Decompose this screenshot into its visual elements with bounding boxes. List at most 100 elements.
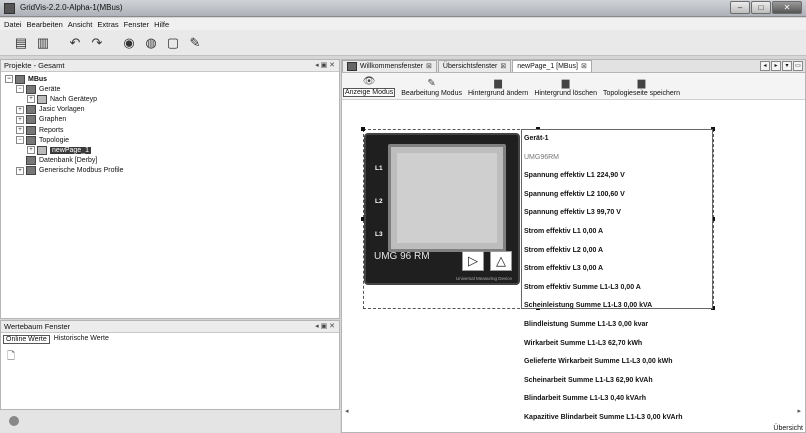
tab-historische-werte[interactable]: Historische Werte [52,335,111,344]
expand-icon[interactable]: + [16,115,24,124]
device-subtitle: Universal Measuring Device [455,276,512,281]
tree-item-label: Graphen [39,116,67,124]
close-tab-icon[interactable]: ⊠ [500,61,506,72]
app-icon [4,3,15,14]
action-save-topology[interactable]: ▆ Topologieseite speichern [603,78,680,97]
expand-icon[interactable]: + [16,105,24,114]
resize-handle[interactable] [361,127,365,131]
expand-icon[interactable]: + [16,126,24,135]
expand-icon[interactable]: + [16,166,24,175]
folder-icon [26,135,36,145]
collapse-icon[interactable]: − [16,136,24,145]
action-delete-background[interactable]: ▆ Hintergrund löschen [534,78,597,97]
menu-bearbeiten[interactable]: Bearbeiten [27,20,63,29]
device-info-panel: Gerät-1 UMG96RM Spannung effektiv L1 224,9… [521,129,713,421]
topology-canvas[interactable]: L1 L2 L3 UMG 96 RM ▷ △ Universal Measuri… [342,101,805,421]
undo-icon[interactable]: ↶ [66,34,84,52]
menu-ansicht[interactable]: Ansicht [68,20,93,29]
tab-online-werte[interactable]: Online Werte [3,335,50,344]
device-info-line: Spannung effektiv L2 100,60 V [524,190,625,198]
action-edit[interactable]: ✎ Bearbeitung Modus [401,78,462,97]
collapse-icon[interactable]: − [16,85,24,94]
folder-icon [37,94,47,104]
tab-scroll-right-icon[interactable]: ▸ [771,61,781,71]
tree-item[interactable]: + Jasic Vorlagen [5,105,339,115]
tree-item-label: Reports [39,126,64,134]
device-play-button: ▷ [462,251,484,271]
folder-icon [15,74,25,84]
tab-scroll-left-icon[interactable]: ◂ [760,61,770,71]
device-image[interactable]: L1 L2 L3 UMG 96 RM ▷ △ Universal Measuri… [364,133,520,285]
horizontal-scrollbar[interactable]: ◂ ▸ [342,407,805,417]
editor-tab-bar: Willkommensfenster ⊠ Übersichtsfenster ⊠… [342,60,805,73]
tree-item[interactable]: − MBus [5,74,339,84]
tab-uebersichtsfenster[interactable]: Übersichtsfenster ⊠ [437,60,512,72]
tab-newpage-1[interactable]: newPage_1 [MBus] ⊠ [512,60,592,72]
tab-list-icon[interactable]: ▾ [782,61,792,71]
collapse-icon[interactable]: − [5,75,13,84]
save-topology-icon: ▆ [637,78,646,89]
menu-datei[interactable]: Datei [4,20,22,29]
action-eye[interactable]: 👁 Anzeige Modus [343,76,396,97]
window-controls: – □ ✕ [730,1,802,14]
values-panel-title: Wertebaum Fenster [4,322,71,331]
folder-icon [26,115,36,125]
tree-item[interactable]: + Nach Geräteyp [5,94,339,104]
tree-item[interactable]: + Reports [5,125,339,135]
tree-item[interactable]: + Generische Modbus Profile [5,166,339,176]
scroll-right-icon[interactable]: ▸ [797,407,801,415]
tree-item[interactable]: + Graphen [5,115,339,125]
maximize-button[interactable]: □ [751,1,771,14]
menu-fenster[interactable]: Fenster [124,20,149,29]
action-background[interactable]: ▆ Hintergrund ändern [468,78,528,97]
device-display [388,144,506,252]
project-tree: − MBus − Geräte + Nach Geräteyp + Jasic Vorlage… [1,72,339,176]
device-info-line: Strom effektiv Summe L1-L3 0,00 A [524,283,641,291]
tab-maximize-icon[interactable]: ▭ [793,61,803,71]
overview-label: Übersicht [773,425,803,432]
save-icon[interactable]: ▥ [34,34,52,52]
tab-label: Übersichtsfenster [442,63,498,70]
folder-icon [26,105,36,115]
menu-hilfe[interactable]: Hilfe [154,20,169,29]
panel-controls[interactable]: ◂ ▣ ✕ [315,321,335,332]
tab-label: Willkommensfenster [360,63,424,70]
tree-item[interactable]: + newPage_1 [5,145,339,155]
tools-icon[interactable]: ✎ [186,34,204,52]
tree-item[interactable]: Datenbank [Derby] [5,156,339,166]
tree-item-label: Datenbank [Derby] [39,157,98,165]
new-icon[interactable]: ▢ [164,34,182,52]
document-icon: 🗋 [7,351,16,362]
expand-icon [16,156,24,165]
action-label: Topologieseite speichern [602,90,681,97]
projects-panel-header: Projekte - Gesamt ◂ ▣ ✕ [1,60,339,72]
minimize-button[interactable]: – [730,1,750,14]
scroll-left-icon[interactable]: ◂ [345,407,349,415]
values-tabs: Online Werte Historische Werte [1,333,339,346]
tree-item[interactable]: − Geräte [5,84,339,94]
expand-icon[interactable]: + [27,146,35,155]
close-tab-icon[interactable]: ⊠ [426,61,432,72]
editor-actions: 👁 Anzeige Modus ✎ Bearbeitung Modus ▆ Hinterg… [342,73,805,100]
tab-navigation: ◂ ▸ ▾ ▭ [760,61,803,71]
values-panel-header: Wertebaum Fenster ◂ ▣ ✕ [1,321,339,333]
tree-item-label: MBus [28,75,48,83]
led-label-l2: L2 [375,198,383,205]
window-title: GridVis-2.2.0-Alpha-1(MBus) [20,3,123,12]
redo-icon[interactable]: ↷ [88,34,106,52]
tab-willkommensfenster[interactable]: Willkommensfenster ⊠ [342,60,437,72]
menu-extras[interactable]: Extras [97,20,118,29]
close-tab-icon[interactable]: ⊠ [581,61,587,72]
device-info-line: UMG96RM [524,153,560,161]
online-icon[interactable]: ◉ [120,34,138,52]
device-info-line: Strom effektiv L2 0,00 A [524,246,604,254]
close-button[interactable]: ✕ [772,1,802,14]
record-icon[interactable]: ◍ [142,34,160,52]
tree-item-label: Nach Geräteyp [50,95,98,103]
open-project-icon[interactable]: ▤ [12,34,30,52]
expand-icon[interactable]: + [27,95,35,104]
status-indicator-icon [9,416,19,426]
background-icon: ▆ [494,78,502,89]
tree-item[interactable]: − Topologie [5,135,339,145]
panel-controls[interactable]: ◂ ▣ ✕ [315,60,335,71]
